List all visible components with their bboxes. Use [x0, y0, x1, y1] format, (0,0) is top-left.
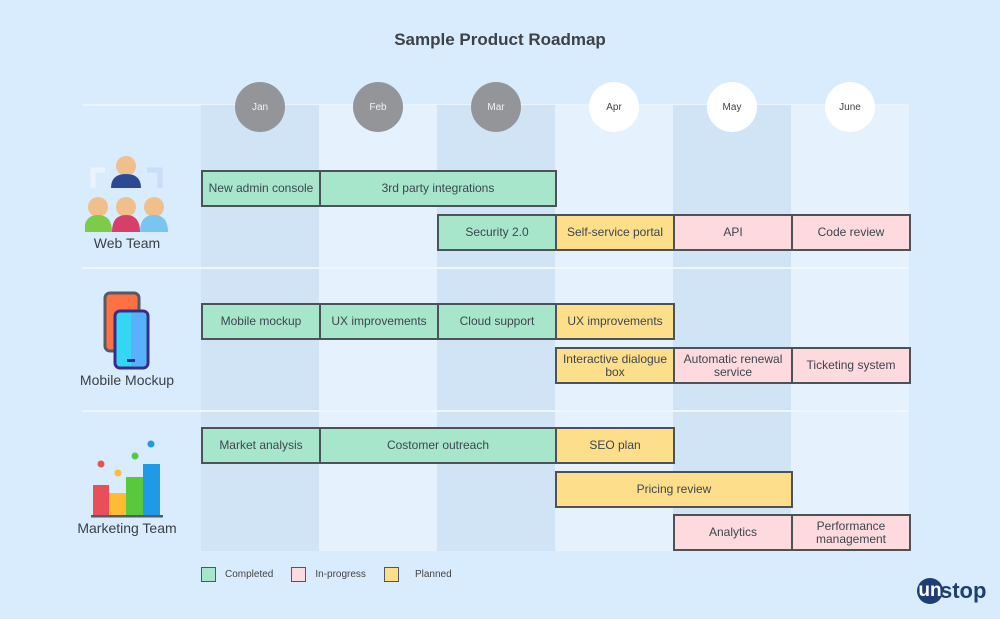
team-label-marketing: Marketing Team: [77, 520, 177, 536]
task-bar[interactable]: Mobile mockup: [201, 303, 321, 340]
task-bar[interactable]: UX improvements: [555, 303, 675, 340]
legend-swatch-in-progress: [291, 567, 307, 582]
task-bar[interactable]: SEO plan: [555, 427, 675, 464]
logo-text: stop: [940, 578, 987, 603]
team-label-web: Web Team: [93, 235, 161, 251]
task-bar[interactable]: 3rd party integrations: [319, 170, 557, 207]
task-bar[interactable]: Pricing review: [555, 471, 793, 508]
task-bar[interactable]: Market analysis: [201, 427, 321, 464]
month-apr: Apr: [589, 82, 639, 132]
task-bar[interactable]: API: [673, 214, 793, 251]
task-bar[interactable]: Performance management: [791, 514, 911, 551]
bar-chart-icon: [91, 440, 163, 518]
task-bar[interactable]: Security 2.0: [437, 214, 557, 251]
month-jan: Jan: [235, 82, 285, 132]
legend-label: In-progress: [315, 569, 366, 580]
month-column: [791, 105, 909, 551]
unstop-logo: un stop: [917, 578, 986, 604]
legend-item-in-progress: In-progress: [291, 567, 366, 582]
task-bar[interactable]: Costomer outreach: [319, 427, 557, 464]
mobile-phones-icon: [103, 291, 150, 370]
task-bar[interactable]: Analytics: [673, 514, 793, 551]
legend-label: Planned: [414, 569, 452, 580]
task-bar[interactable]: Ticketing system: [791, 347, 911, 384]
legend-item-completed: Completed: [201, 567, 273, 582]
row-divider: [83, 267, 909, 269]
legend-label: Completed: [225, 569, 274, 580]
task-bar[interactable]: Automatic renewal service: [673, 347, 793, 384]
legend: Completed In-progress Planned: [201, 567, 470, 582]
task-bar[interactable]: Code review: [791, 214, 911, 251]
task-bar[interactable]: Cloud support: [437, 303, 557, 340]
task-bar[interactable]: Interactive dialogue box: [555, 347, 675, 384]
team-label-mobile: Mobile Mockup: [79, 372, 175, 388]
team-people-icon: [85, 156, 168, 232]
legend-swatch-completed: [201, 567, 216, 582]
page-title: Sample Product Roadmap: [394, 30, 606, 49]
month-june: June: [825, 82, 875, 132]
legend-swatch-planned: [383, 567, 399, 582]
month-feb: Feb: [353, 82, 403, 132]
month-may: May: [707, 82, 757, 132]
task-bar[interactable]: New admin console: [201, 170, 321, 207]
task-bar[interactable]: UX improvements: [319, 303, 439, 340]
task-bar[interactable]: Self-service portal: [555, 214, 675, 251]
row-divider: [83, 410, 909, 412]
legend-item-planned: Planned: [383, 567, 452, 582]
month-mar: Mar: [471, 82, 521, 132]
